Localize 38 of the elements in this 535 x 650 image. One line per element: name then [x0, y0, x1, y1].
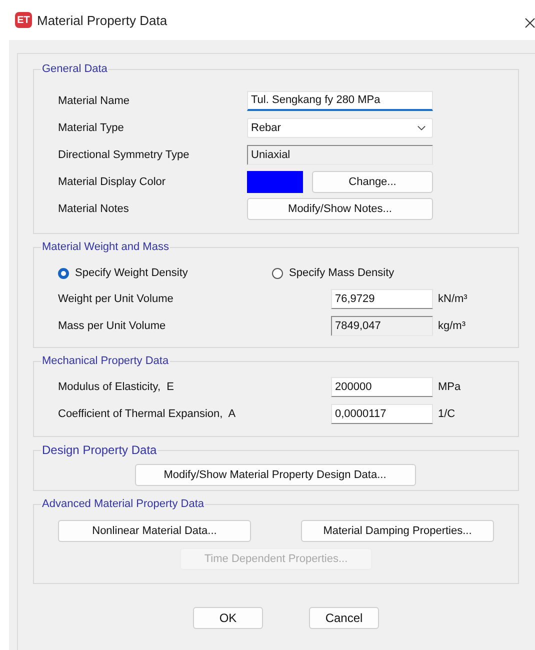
unit-label: kg/m³: [437, 320, 466, 332]
number-field[interactable]: 0,0000117: [331, 404, 433, 424]
field-label: Material Name: [58, 94, 131, 106]
caret-icon: [417, 124, 426, 130]
close-icon[interactable]: [525, 18, 535, 28]
field-label: Coefficient of Thermal Expansion, A: [58, 408, 237, 420]
group-title: Design Property Data: [41, 443, 158, 457]
notes-button[interactable]: Modify/Show Notes...: [247, 198, 433, 220]
property-button[interactable]: Nonlinear Material Data...: [58, 520, 251, 542]
field-label: Mass per Unit Volume: [58, 320, 167, 332]
unit-label: kN/m³: [437, 292, 468, 304]
app-logo: ET: [15, 12, 32, 28]
radio-option[interactable]: Specify Weight Density: [58, 267, 272, 279]
design-data-button[interactable]: Modify/Show Material Property Design Data...: [134, 464, 416, 486]
unit-label: MPa: [437, 380, 462, 392]
property-button[interactable]: Material Damping Properties...: [301, 520, 494, 542]
number-field[interactable]: 76,9729: [331, 288, 433, 308]
field-label: Material Notes: [58, 202, 130, 214]
change-button[interactable]: Change...: [312, 170, 433, 192]
text-field[interactable]: Tul. Sengkang fy 280 MPa: [247, 90, 433, 110]
dropdown[interactable]: Rebar: [247, 118, 433, 138]
property-button: Time Dependent Properties...: [180, 548, 372, 570]
field-label: Material Display Color: [58, 176, 167, 188]
field-label: Weight per Unit Volume: [58, 292, 174, 304]
group-title: Advanced Material Property Data: [41, 498, 206, 510]
group-title: Mechanical Property Data: [41, 355, 170, 367]
cancel-button[interactable]: Cancel: [309, 607, 379, 629]
group-title: General Data: [41, 63, 108, 75]
field-label: Modulus of Elasticity, E: [58, 380, 175, 392]
field-label: Material Type: [58, 122, 125, 134]
unit-label: 1/C: [437, 408, 456, 420]
radio-option[interactable]: Specify Mass Density: [272, 267, 486, 279]
window-title: Material Property Data: [37, 12, 168, 28]
group-title: Material Weight and Mass: [41, 241, 170, 253]
ok-button[interactable]: OK: [193, 607, 263, 629]
number-field: 7849,047: [331, 316, 433, 336]
number-field[interactable]: 200000: [331, 376, 433, 396]
field-label: Directional Symmetry Type: [58, 148, 190, 160]
